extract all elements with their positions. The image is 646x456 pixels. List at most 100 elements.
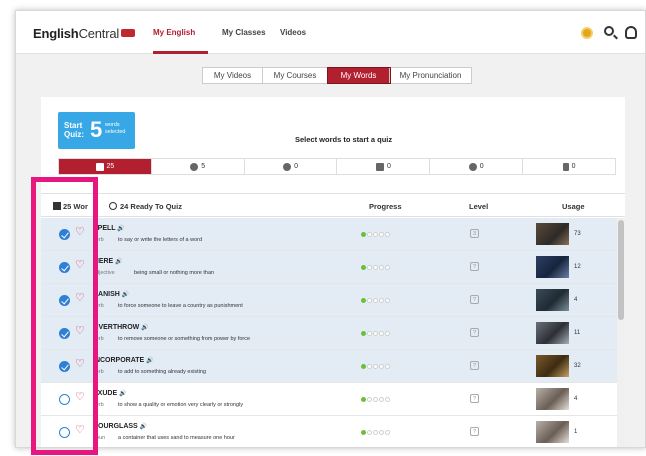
word-term[interactable]: INCORPORATE 🔊 [93, 357, 154, 364]
table-row[interactable]: ♡ INCORPORATE 🔊 verb to add to something al… [41, 350, 617, 383]
selected-suffix-text: selected [105, 129, 126, 135]
word-term[interactable]: BANISH 🔊 [93, 291, 129, 298]
tab-my-videos[interactable]: My Videos [203, 68, 263, 83]
filter-smiley[interactable]: 0 [245, 159, 338, 174]
tab-my-courses[interactable]: My Courses [263, 68, 328, 83]
progress-dots [361, 265, 390, 270]
logo-flag-icon [121, 29, 136, 37]
usage-video-thumbnail[interactable] [536, 322, 569, 344]
header-ready[interactable]: 24 Ready To Quiz [109, 202, 182, 211]
progress-dot [385, 232, 390, 237]
usage-video-thumbnail[interactable] [536, 256, 569, 278]
speaker-icon[interactable]: 🔊 [141, 325, 148, 331]
level-badge: ? [470, 262, 479, 271]
filter-deleted[interactable]: 0 [523, 159, 615, 174]
usage-video-thumbnail[interactable] [536, 355, 569, 377]
trash-icon [562, 162, 569, 171]
usage-count: 12 [574, 264, 581, 270]
scroll-thumb[interactable] [618, 220, 624, 320]
speaker-icon[interactable]: 🔊 [146, 358, 153, 364]
word-term[interactable]: HOURGLASS 🔊 [93, 423, 147, 430]
progress-dot [379, 430, 384, 435]
progress-dot [385, 331, 390, 336]
usage-count: 4 [574, 297, 578, 303]
words-panel: Start Quiz: 5 words selected Select words … [41, 97, 625, 447]
nav-my-english[interactable]: My English [153, 28, 195, 37]
progress-dot [373, 265, 378, 270]
progress-dots [361, 232, 390, 237]
progress-dots [361, 397, 390, 402]
table-row[interactable]: ♡ SPELL 🔊 verb to say or write the letters … [41, 218, 617, 251]
progress-dot [373, 397, 378, 402]
tab-my-words[interactable]: My Words [327, 67, 391, 84]
progress-dot [367, 232, 372, 237]
usage-count: 11 [574, 330, 581, 336]
speaker-icon[interactable]: 🔊 [117, 226, 124, 232]
progress-dot [361, 265, 366, 270]
filter-count: 0 [294, 163, 299, 170]
usage-video-thumbnail[interactable] [536, 421, 569, 443]
progress-dot [373, 331, 378, 336]
quiz-prompt: Select words to start a quiz [295, 135, 393, 144]
header-progress[interactable]: Progress [369, 202, 402, 211]
list-scrollbar[interactable] [617, 218, 625, 447]
speaker-icon[interactable]: 🔊 [140, 424, 147, 430]
speaker-icon[interactable]: 🔊 [115, 259, 122, 265]
progress-dot [379, 331, 384, 336]
tab-my-pronunciation[interactable]: My Pronunciation [390, 68, 471, 83]
top-nav: EnglishCentral My English My Classes Vid… [16, 11, 645, 54]
selection-column-highlight [31, 177, 98, 455]
progress-dot [373, 298, 378, 303]
level-badge: ? [470, 328, 479, 337]
progress-dot [361, 232, 366, 237]
usage-video-thumbnail[interactable] [536, 388, 569, 410]
progress-dot [385, 430, 390, 435]
progress-dot [379, 265, 384, 270]
table-row[interactable]: ♡ BANISH 🔊 verb to force someone to leave a… [41, 284, 617, 317]
progress-dot [385, 364, 390, 369]
usage-video-thumbnail[interactable] [536, 223, 569, 245]
filter-mastered[interactable]: 0 [337, 159, 431, 174]
header-usage[interactable]: Usage [562, 202, 585, 211]
usage-count: 32 [574, 363, 581, 369]
nav-my-classes[interactable]: My Classes [222, 28, 266, 37]
word-definition: to force someone to leave a country as p… [118, 303, 243, 309]
progress-dot [373, 232, 378, 237]
user-profile-icon[interactable] [625, 26, 637, 39]
progress-dot [367, 397, 372, 402]
table-row[interactable]: ♡ MERE 🔊 adjective being small or nothing m… [41, 251, 617, 284]
progress-dots [361, 298, 390, 303]
table-header: 25 Wor 24 Ready To Quiz Progress Level U… [41, 193, 625, 217]
start-quiz-label: Start Quiz: [64, 121, 84, 139]
filter-all[interactable]: 25 [59, 159, 152, 174]
filter-count: 5 [201, 163, 206, 170]
usage-count: 4 [574, 396, 578, 402]
table-row[interactable]: ♡ EXUDE 🔊 verb to show a quality or emotion… [41, 383, 617, 416]
start-quiz-button[interactable]: Start Quiz: 5 words selected [58, 112, 135, 149]
speaker-icon[interactable]: 🔊 [119, 391, 126, 397]
progress-dot [367, 331, 372, 336]
abc-icon [95, 162, 104, 171]
nav-videos[interactable]: Videos [280, 28, 306, 37]
table-row[interactable]: ♡ OVERTHROW 🔊 verb to remove someone or som… [41, 317, 617, 350]
filter-learned[interactable]: 5 [152, 159, 245, 174]
table-row[interactable]: ♡ HOURGLASS 🔊 noun a container that uses sa… [41, 416, 617, 447]
progress-dot [367, 430, 372, 435]
progress-dot [379, 364, 384, 369]
header-level[interactable]: Level [469, 202, 488, 211]
achievement-badge-icon[interactable] [581, 27, 593, 39]
logo-text-bold: English [33, 26, 79, 41]
usage-count: 73 [574, 231, 581, 237]
word-term[interactable]: OVERTHROW 🔊 [93, 324, 149, 331]
level-badge: ? [470, 361, 479, 370]
logo[interactable]: EnglishCentral [33, 26, 136, 41]
filter-favorites[interactable]: 0 [430, 159, 524, 174]
search-icon[interactable] [604, 26, 614, 36]
usage-video-thumbnail[interactable] [536, 289, 569, 311]
filter-count: 0 [479, 163, 484, 170]
speaker-icon[interactable]: 🔊 [122, 292, 129, 298]
word-term[interactable]: EXUDE 🔊 [93, 390, 127, 397]
word-text: HOURGLASS [93, 423, 138, 430]
level-badge: ? [470, 427, 479, 436]
progress-dot [367, 298, 372, 303]
